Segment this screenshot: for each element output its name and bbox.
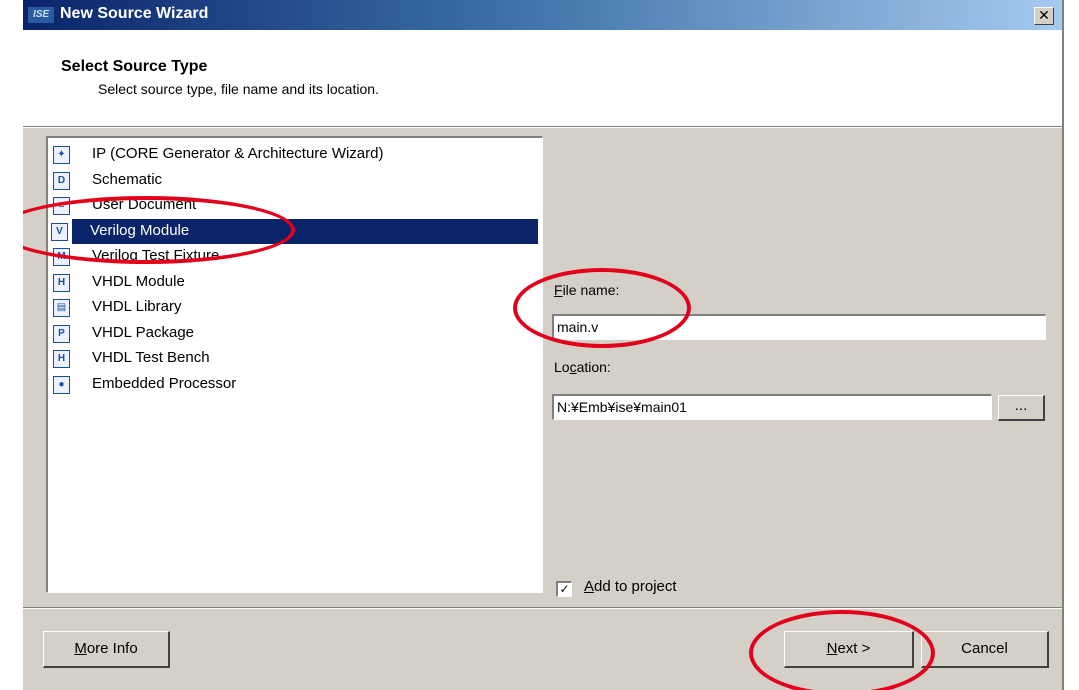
window-title: New Source Wizard [60, 5, 209, 22]
footer-divider-highlight [23, 608, 1062, 609]
wizard-header: Select Source Type Select source type, f… [23, 30, 1062, 127]
header-divider [23, 127, 1062, 128]
list-item[interactable]: D Schematic [50, 168, 538, 193]
close-button[interactable]: ✕ [1034, 7, 1054, 25]
vhdl-library-icon: ▤ [53, 299, 70, 317]
list-item[interactable]: ✦ IP (CORE Generator & Architecture Wizar… [50, 142, 538, 167]
browse-button[interactable]: ... [998, 395, 1045, 421]
vhdl-module-icon: H [53, 273, 70, 292]
list-item-label: VHDL Library [92, 298, 182, 315]
list-item-label: VHDL Module [92, 272, 185, 290]
cancel-button[interactable]: Cancel [921, 631, 1049, 668]
ise-app-icon: ISE [28, 7, 54, 23]
page-subtitle: Select source type, file name and its lo… [98, 81, 379, 97]
list-item-label: VHDL Test Bench [92, 349, 210, 366]
add-to-project-checkbox[interactable]: ✓ [556, 581, 572, 597]
vhdl-test-bench-icon: H [53, 350, 70, 368]
list-item-label: VHDL Package [92, 323, 194, 341]
location-label: Location: [554, 359, 611, 375]
list-item-label: Embedded Processor [92, 374, 237, 392]
next-button-highlight [749, 610, 935, 690]
title-bar[interactable]: ISE New Source Wizard ✕ [23, 0, 1062, 30]
list-item[interactable]: ● Embedded Processor [50, 372, 538, 397]
schematic-icon: D [53, 171, 70, 190]
vhdl-package-icon: P [53, 324, 70, 343]
file-name-highlight [513, 268, 691, 348]
list-item-label: IP (CORE Generator & Architecture Wizard… [92, 145, 384, 162]
page-title: Select Source Type [61, 58, 208, 75]
ip-core-icon: ✦ [53, 146, 70, 164]
list-item[interactable]: H VHDL Test Bench [50, 346, 538, 371]
list-item[interactable]: ▤ VHDL Library [50, 295, 538, 320]
list-item[interactable]: P VHDL Package [50, 321, 538, 346]
new-source-wizard-dialog: ISE New Source Wizard ✕ Select Source Ty… [22, 0, 1064, 690]
more-info-button[interactable]: More Info [43, 631, 170, 668]
embedded-processor-icon: ● [53, 375, 70, 394]
list-item[interactable]: H VHDL Module [50, 270, 538, 295]
list-item-label: Schematic [92, 170, 163, 188]
check-icon: ✓ [559, 582, 570, 596]
close-icon: ✕ [1038, 7, 1050, 23]
add-to-project-label[interactable]: Add to project [584, 578, 677, 595]
location-input[interactable]: N:¥Emb¥ise¥main01 [552, 394, 992, 420]
